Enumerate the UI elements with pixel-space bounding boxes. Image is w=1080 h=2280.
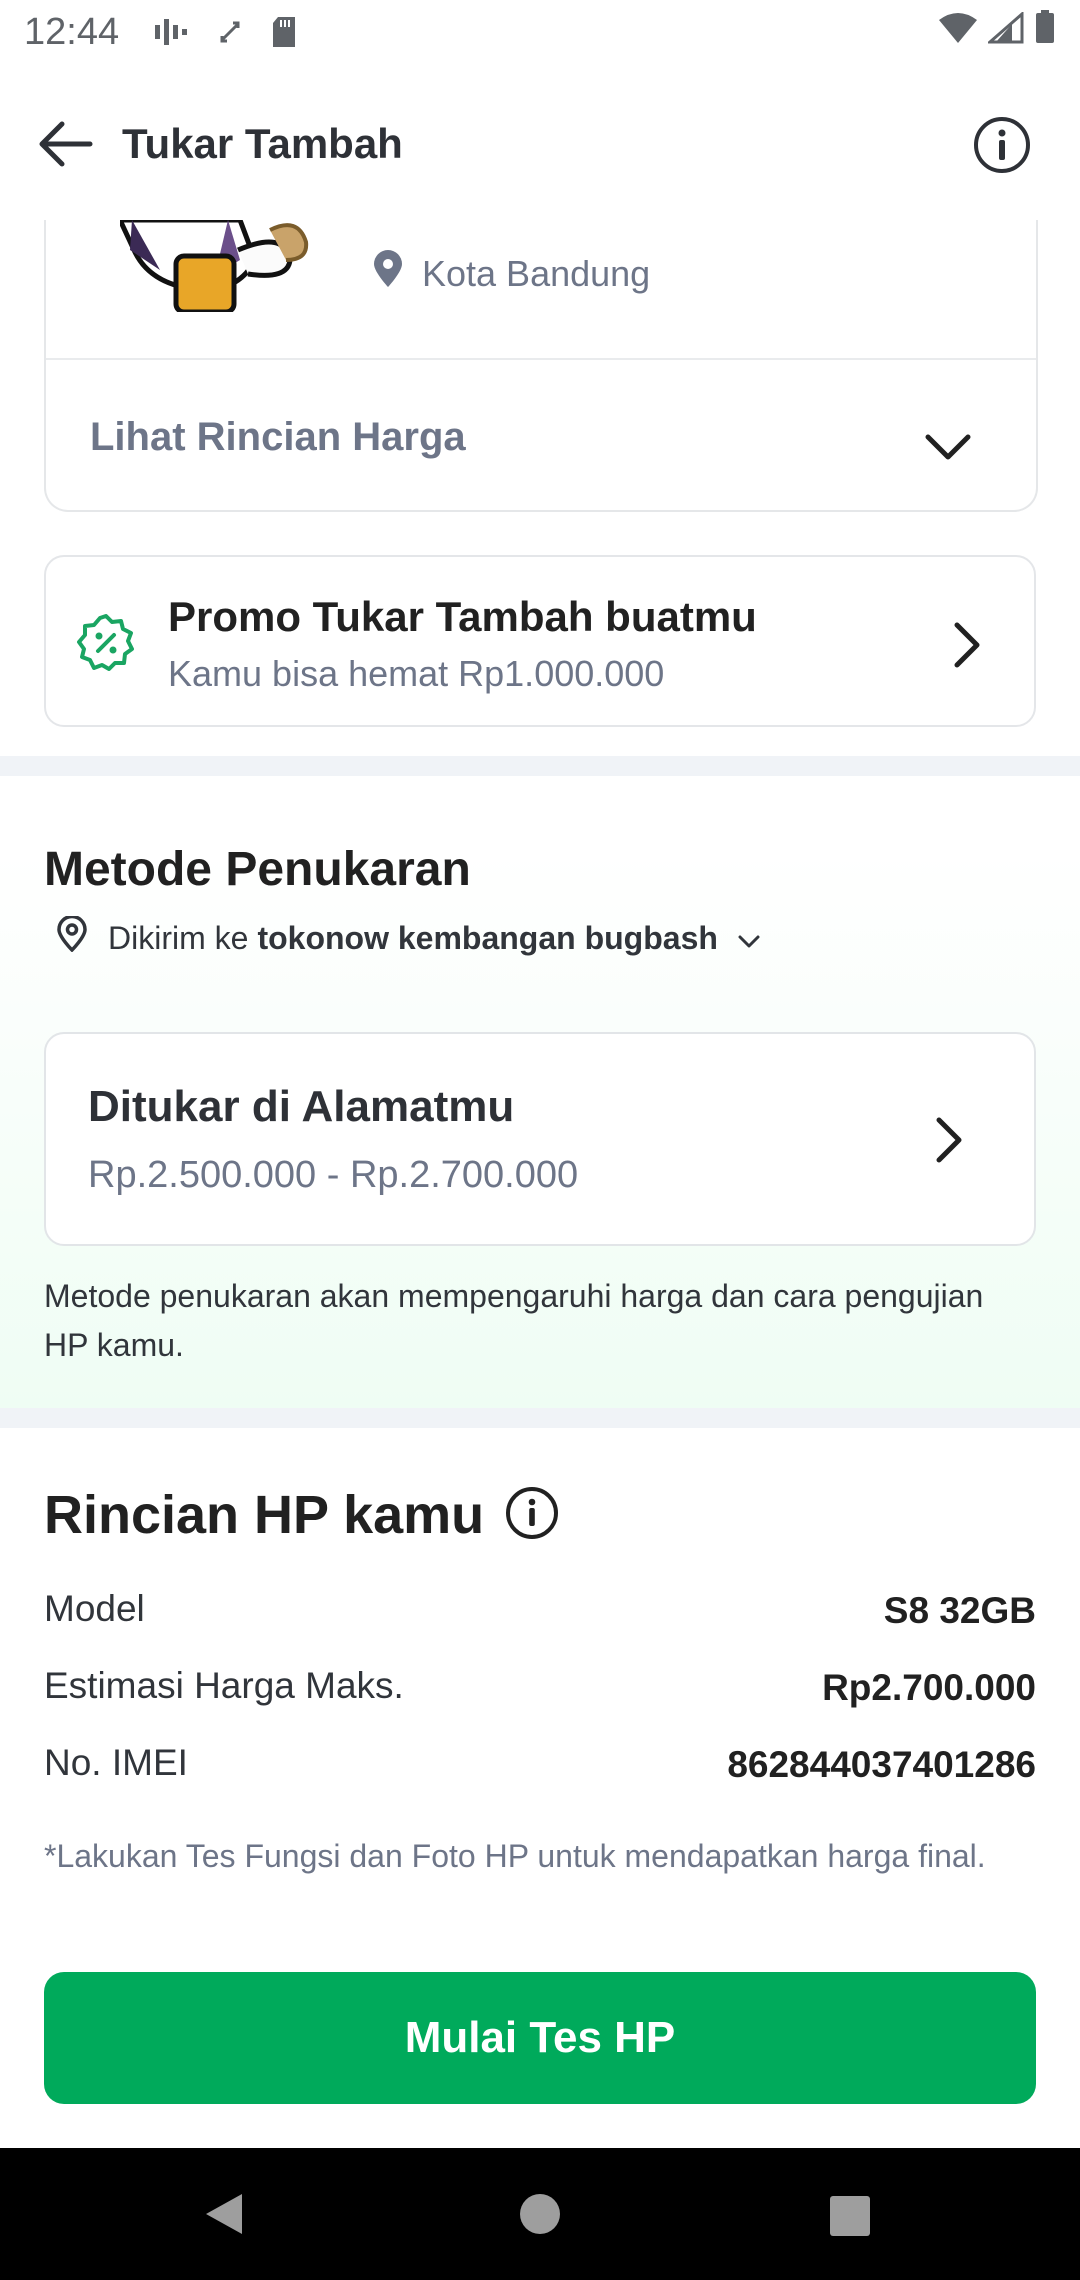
status-time: 12:44 <box>24 10 120 53</box>
nav-recents-icon[interactable] <box>829 2195 871 2242</box>
section-title: Rincian HP kamu <box>44 1485 485 1545</box>
promo-card[interactable]: Promo Tukar Tambah buatmu Kamu bisa hema… <box>44 555 1036 727</box>
detail-value: Rp2.700.000 <box>822 1667 1036 1708</box>
location-pin-icon <box>372 250 422 297</box>
chevron-down-icon[interactable] <box>924 432 972 467</box>
cell-signal-icon <box>986 10 1024 54</box>
section-title: Metode Penukaran <box>44 843 471 896</box>
price-detail-toggle[interactable]: Lihat Rincian Harga <box>90 415 466 460</box>
option-price-range: Rp.2.500.000 - Rp.2.700.000 <box>88 1154 579 1196</box>
divider <box>46 358 1036 360</box>
chevron-right-icon <box>952 621 982 674</box>
detail-row-imei: No. IMEI 862844037401286 <box>44 1742 1036 1792</box>
phone-mascot-image <box>116 217 360 315</box>
address-prefix: Dikirim ke <box>108 919 249 956</box>
battery-icon <box>1034 10 1056 54</box>
chevron-right-icon <box>934 1116 964 1169</box>
location-text: Kota Bandung <box>422 252 651 294</box>
section-divider <box>0 756 1080 776</box>
detail-row-model: Model S8 32GB <box>44 1588 1036 1638</box>
nav-back-icon[interactable] <box>204 2192 244 2241</box>
device-card: Kota Bandung Lihat Rincian Harga <box>44 217 1038 512</box>
back-arrow-icon[interactable] <box>34 118 94 170</box>
location-row: Kota Bandung <box>372 250 650 297</box>
exchange-option-card[interactable]: Ditukar di Alamatmu Rp.2.500.000 - Rp.2.… <box>44 1032 1036 1246</box>
info-icon[interactable] <box>972 115 1032 180</box>
method-note: Metode penukaran akan mempengaruhi harga… <box>44 1278 984 1363</box>
page-title: Tukar Tambah <box>122 120 403 167</box>
chevron-down-icon <box>738 920 760 957</box>
status-bar: 12:44 <box>0 0 1080 64</box>
system-nav-bar <box>0 2148 1080 2280</box>
section-divider <box>0 1408 1080 1428</box>
signal-bars-icon <box>153 17 189 47</box>
exchange-method-section: Metode Penukaran Dikirim ke tokonow kemb… <box>0 776 1080 1408</box>
wifi-icon <box>938 11 978 54</box>
detail-value: S8 32GB <box>883 1590 1036 1631</box>
app-bar: Tukar Tambah <box>0 84 1080 204</box>
promo-title: Promo Tukar Tambah buatmu <box>168 593 757 640</box>
info-icon[interactable] <box>504 1485 560 1546</box>
location-outline-icon <box>56 914 88 960</box>
address-selector[interactable]: Dikirim ke tokonow kembangan bugbash <box>56 914 760 960</box>
detail-row-estimated-price: Estimasi Harga Maks. Rp2.700.000 <box>44 1665 1036 1715</box>
address-name: tokonow kembangan bugbash <box>257 919 718 956</box>
nav-home-icon[interactable] <box>519 2193 561 2240</box>
data-transfer-icon <box>219 17 241 47</box>
detail-value: 862844037401286 <box>727 1744 1036 1785</box>
discount-badge-icon <box>76 613 136 678</box>
promo-subtitle: Kamu bisa hemat Rp1.000.000 <box>168 653 665 694</box>
detail-label: Estimasi Harga Maks. <box>44 1665 404 1706</box>
option-title: Ditukar di Alamatmu <box>88 1082 515 1131</box>
start-test-button[interactable]: Mulai Tes HP <box>44 1972 1036 2104</box>
sd-card-icon <box>271 16 297 48</box>
detail-label: Model <box>44 1588 145 1629</box>
disclaimer-text: *Lakukan Tes Fungsi dan Foto HP untuk me… <box>44 1838 986 1874</box>
detail-label: No. IMEI <box>44 1742 188 1783</box>
